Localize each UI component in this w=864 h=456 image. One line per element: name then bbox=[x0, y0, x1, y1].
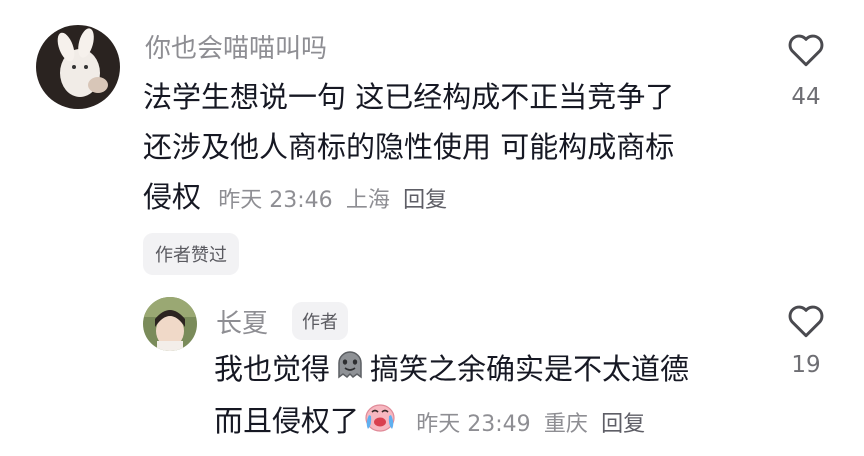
comment-text-line-2: 还涉及他人商标的隐性使用 可能构成商标 bbox=[143, 130, 675, 164]
reply-text-part-2: 搞笑之余确实是不太道德 bbox=[370, 352, 690, 386]
reply-time: 昨天 23:49 bbox=[416, 412, 531, 437]
reply-reply-button[interactable]: 回复 bbox=[601, 412, 645, 437]
comment-like-count: 44 bbox=[791, 84, 821, 110]
comment-location: 上海 bbox=[345, 188, 390, 213]
heart-icon bbox=[788, 34, 824, 67]
comment-reply-button[interactable]: 回复 bbox=[403, 188, 447, 213]
author-liked-badge: 作者赞过 bbox=[143, 233, 239, 275]
heart-icon bbox=[788, 305, 824, 338]
reply-text: 我也觉得 搞笑之余确实是不太道德 而且侵权了 昨天 23:49 重庆 回复 bbox=[214, 344, 689, 450]
comment-like-button[interactable] bbox=[786, 32, 828, 72]
reply-text-line-2: 而且侵权了 昨天 23:49 重庆 回复 bbox=[214, 396, 689, 450]
reply-location: 重庆 bbox=[543, 412, 588, 437]
author-badge: 作者 bbox=[292, 302, 348, 340]
crying-face-icon bbox=[362, 398, 398, 448]
comment-text-line-3-content: 侵权 bbox=[143, 180, 202, 214]
reply-username[interactable]: 长夏 bbox=[216, 303, 268, 340]
reply-text-part-3: 而且侵权了 bbox=[214, 404, 360, 438]
comment-time: 昨天 23:46 bbox=[218, 188, 333, 213]
reply-avatar[interactable] bbox=[143, 297, 197, 351]
comment-text-line-3: 侵权 昨天 23:46 上海 回复 bbox=[143, 172, 674, 226]
commenter-avatar[interactable] bbox=[36, 25, 120, 109]
commenter-username[interactable]: 你也会喵喵叫吗 bbox=[145, 28, 327, 65]
comment-text-line-1: 法学生想说一句 这已经构成不正当竞争了 bbox=[143, 80, 675, 114]
reply-text-line-1: 我也觉得 搞笑之余确实是不太道德 bbox=[214, 344, 689, 396]
comment-text: 法学生想说一句 这已经构成不正当竞争了 还涉及他人商标的隐性使用 可能构成商标 … bbox=[143, 72, 674, 226]
reply-like-count: 19 bbox=[791, 352, 821, 378]
ghost-smile-icon bbox=[333, 346, 367, 396]
reply-like-button[interactable] bbox=[786, 303, 828, 343]
reply-text-part-1: 我也觉得 bbox=[214, 352, 331, 386]
